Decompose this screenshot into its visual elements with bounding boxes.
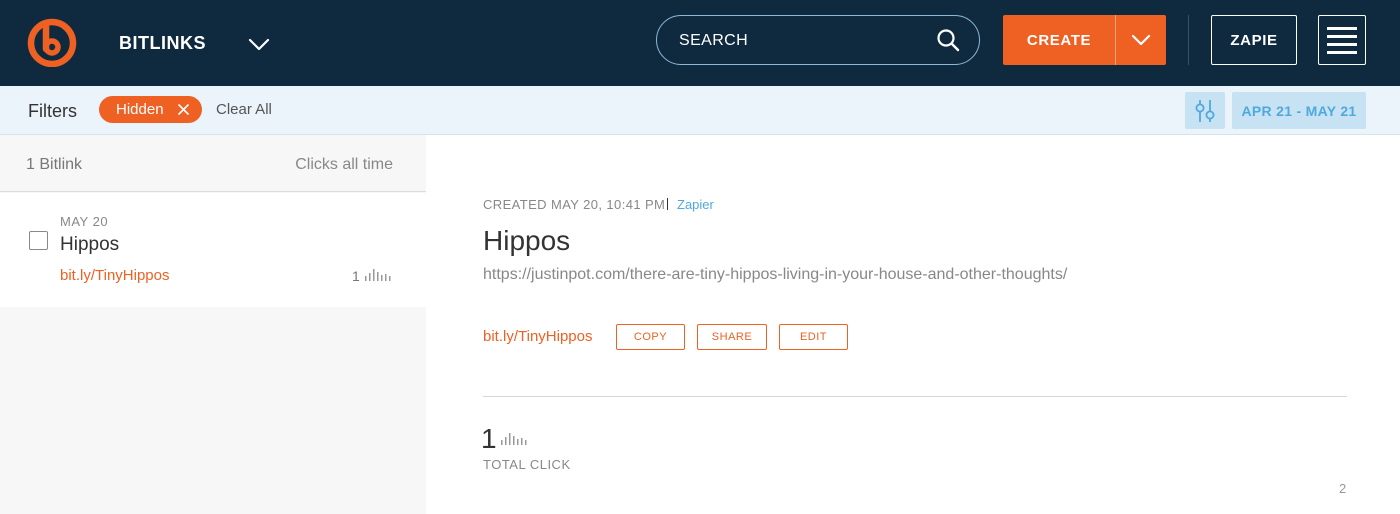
filter-bar: Filters Hidden Clear All APR 21 - MAY 21 [0, 86, 1400, 135]
section-divider [483, 396, 1347, 397]
bar-chart-icon [501, 433, 527, 445]
bitly-logo-icon[interactable] [26, 15, 78, 67]
filter-chip-hidden[interactable]: Hidden [99, 96, 202, 123]
list-item[interactable]: MAY 20 Hippos bit.ly/TinyHippos 1 [0, 193, 426, 307]
detail-link-domain: bit.ly/ [483, 328, 519, 345]
total-click-label: TOTAL CLICK [483, 457, 571, 472]
top-nav: BITLINKS CREATE ZAPIE [0, 0, 1400, 86]
item-short-link[interactable]: bit.ly/TinyHippos [60, 267, 170, 284]
sliders-icon [1195, 100, 1215, 122]
bitlink-count: 1 Bitlink [26, 156, 83, 173]
share-button[interactable]: SHARE [697, 324, 767, 350]
account-button[interactable]: ZAPIE [1211, 15, 1297, 65]
item-click-count: 1 [352, 268, 360, 284]
filters-label: Filters [28, 101, 77, 121]
copy-button[interactable]: COPY [616, 324, 685, 350]
search-box [656, 15, 980, 65]
create-dropdown-button[interactable] [1116, 15, 1166, 65]
close-icon[interactable] [178, 104, 189, 115]
search-icon[interactable] [936, 28, 960, 52]
hamburger-menu-icon [1327, 27, 1357, 54]
detail-title[interactable]: Hippos [483, 225, 570, 257]
destination-url[interactable]: https://justinpot.com/there-are-tiny-hip… [483, 266, 1067, 284]
bitlink-list-panel: 1 Bitlink Clicks all time MAY 20 Hippos … [0, 135, 426, 514]
created-date: CREATED MAY 20, 10:41 PM [483, 197, 666, 212]
date-range-button[interactable]: APR 21 - MAY 21 [1232, 92, 1366, 129]
page-number: 2 [1339, 481, 1347, 496]
chevron-down-icon[interactable] [247, 32, 271, 56]
item-checkbox[interactable] [29, 231, 48, 250]
clear-all-link[interactable]: Clear All [216, 101, 272, 118]
bar-chart-icon [365, 269, 391, 281]
item-date: MAY 20 [60, 214, 109, 229]
item-title[interactable]: Hippos [60, 234, 119, 256]
detail-short-link[interactable]: bit.ly/TinyHippos [483, 328, 593, 345]
list-header: 1 Bitlink Clicks all time [0, 135, 426, 192]
create-button[interactable]: CREATE [1003, 15, 1115, 65]
owner-link[interactable]: Zapier [677, 197, 714, 212]
clicks-column-header[interactable]: Clicks all time [295, 156, 393, 174]
header-divider [1188, 15, 1189, 65]
bitlink-detail-panel: CREATED MAY 20, 10:41 PM Zapier Hippos h… [426, 135, 1400, 514]
edit-button[interactable]: EDIT [779, 324, 848, 350]
filter-settings-button[interactable] [1185, 92, 1225, 129]
brand-title[interactable]: BITLINKS [119, 33, 206, 54]
total-click-count: 1 [481, 423, 497, 454]
item-link-domain: bit.ly/ [60, 267, 96, 284]
meta-divider [667, 198, 668, 210]
menu-button[interactable] [1318, 15, 1366, 65]
search-input[interactable] [679, 30, 919, 52]
chevron-down-icon [1131, 34, 1151, 46]
detail-link-slug: TinyHippos [518, 328, 593, 345]
filter-chip-label: Hidden [116, 101, 164, 118]
item-link-slug: TinyHippos [95, 267, 170, 284]
